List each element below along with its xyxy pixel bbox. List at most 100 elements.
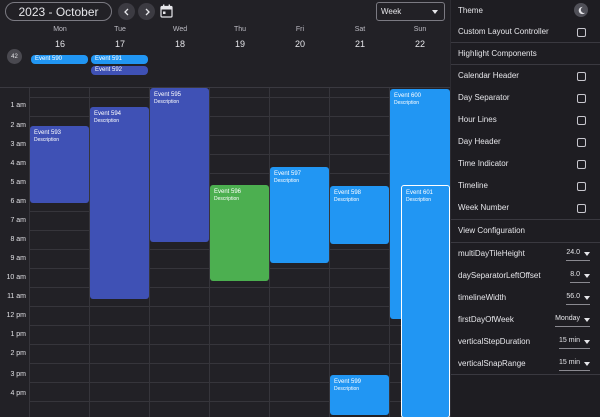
- all-day-event[interactable]: Event 591: [91, 55, 148, 64]
- section-title: Highlight Components: [458, 49, 537, 58]
- all-day-event[interactable]: Event 590: [31, 55, 88, 64]
- month-selector-button[interactable]: 2023 - October: [5, 2, 112, 21]
- config-dropdown[interactable]: Monday: [555, 313, 590, 327]
- config-row-timelinewidth: timelineWidth 56.0: [451, 287, 600, 309]
- dark-mode-icon[interactable]: [574, 3, 588, 17]
- hour-line: [29, 363, 450, 364]
- day-name: Wed: [172, 26, 188, 33]
- event-title: Event 599: [334, 379, 362, 385]
- config-label: multiDayTileHeight: [458, 249, 525, 258]
- highlight-label: Hour Lines: [458, 115, 497, 124]
- day-name: Sun: [413, 26, 427, 33]
- calendar-event[interactable]: Event 601 Description: [401, 185, 450, 417]
- highlight-checkbox[interactable]: [577, 160, 586, 169]
- hour-label: 8 am: [10, 236, 26, 243]
- highlight-item-day-separator[interactable]: Day Separator: [451, 87, 600, 109]
- config-value: 24.0: [566, 249, 580, 256]
- chevron-right-icon: [145, 8, 150, 15]
- day-number: 21: [354, 39, 365, 49]
- calendar-event[interactable]: Event 595 Description: [150, 88, 209, 242]
- config-dropdown[interactable]: 15 min: [558, 357, 590, 371]
- config-value: 8.0: [570, 271, 580, 278]
- hour-label: 10 am: [6, 274, 26, 281]
- config-value: 15 min: [558, 359, 580, 366]
- hour-label: 7 am: [10, 217, 26, 224]
- config-value: Monday: [555, 315, 580, 322]
- day-number: 18: [174, 39, 185, 49]
- hour-line: [29, 97, 450, 98]
- event-title: Event 593: [34, 130, 62, 136]
- day-header-sat[interactable]: Sat 21: [330, 25, 390, 49]
- settings-panel: Theme Custom Layout Controller Highlight…: [450, 0, 600, 417]
- event-title: Event 594: [94, 111, 122, 117]
- calendar-event[interactable]: Event 597 Description: [270, 167, 329, 263]
- highlight-checkbox[interactable]: [577, 204, 586, 213]
- event-title: Event 596: [214, 189, 242, 195]
- day-header-sun[interactable]: Sun 22: [390, 25, 450, 49]
- day-header-wed[interactable]: Wed 18: [150, 25, 210, 49]
- day-header-tue[interactable]: Tue 17: [90, 25, 150, 49]
- day-name: Thu: [233, 26, 247, 33]
- calendar-event[interactable]: Event 593 Description: [30, 126, 89, 203]
- calendar-picker-button[interactable]: [160, 4, 173, 18]
- day-number: 22: [414, 39, 425, 49]
- highlight-item-timeline[interactable]: Timeline: [451, 175, 600, 197]
- calendar-event[interactable]: Event 598 Description: [330, 186, 389, 244]
- dropdown-arrow-icon: [584, 274, 590, 278]
- highlight-item-time-indicator[interactable]: Time Indicator: [451, 153, 600, 175]
- event-description: Description: [214, 196, 240, 202]
- hour-label: 2 pm: [10, 350, 26, 357]
- view-mode-value: Week: [381, 7, 402, 16]
- event-description: Description: [34, 137, 60, 143]
- custom-layout-row[interactable]: Custom Layout Controller: [451, 21, 600, 43]
- theme-label: Theme: [458, 6, 483, 15]
- day-name: Sat: [354, 26, 366, 33]
- dropdown-arrow-icon: [584, 340, 590, 344]
- highlight-item-calendar-header[interactable]: Calendar Header: [451, 65, 600, 87]
- day-header-mon[interactable]: Mon 16: [30, 25, 90, 49]
- calendar-event[interactable]: Event 596 Description: [210, 185, 269, 281]
- event-description: Description: [334, 386, 360, 392]
- highlight-item-hour-lines[interactable]: Hour Lines: [451, 109, 600, 131]
- highlight-label: Timeline: [458, 181, 488, 190]
- hour-label: 4 am: [10, 160, 26, 167]
- highlight-checkbox[interactable]: [577, 116, 586, 125]
- divider: [451, 374, 600, 375]
- view-mode-select[interactable]: Week: [376, 2, 445, 21]
- highlight-item-week-number[interactable]: Week Number: [451, 197, 600, 219]
- event-title: Event 595: [154, 92, 182, 98]
- highlight-checkbox[interactable]: [577, 94, 586, 103]
- highlight-checkbox[interactable]: [577, 138, 586, 147]
- highlight-label: Calendar Header: [458, 71, 519, 80]
- calendar-event[interactable]: Event 599 Description: [330, 375, 389, 415]
- config-row-verticalsnaprange: verticalSnapRange 15 min: [451, 353, 600, 375]
- hour-label: 9 am: [10, 255, 26, 262]
- previous-week-button[interactable]: [118, 3, 135, 20]
- config-dropdown[interactable]: 8.0: [570, 269, 590, 283]
- day-header: 42 Mon 16 Tue 17 Wed 18 Thu 19 Fri 20 Sa…: [0, 25, 450, 87]
- highlight-checkbox[interactable]: [577, 182, 586, 191]
- highlight-item-day-header[interactable]: Day Header: [451, 131, 600, 153]
- next-week-button[interactable]: [138, 3, 155, 20]
- view-configuration-header: View Configuration: [451, 220, 600, 242]
- day-separator: [329, 88, 330, 417]
- custom-layout-checkbox[interactable]: [577, 28, 586, 37]
- hour-label: 3 pm: [10, 371, 26, 378]
- config-dropdown[interactable]: 56.0: [566, 291, 590, 305]
- theme-row: Theme: [451, 0, 600, 22]
- day-header-thu[interactable]: Thu 19: [210, 25, 270, 49]
- hour-label: 1 am: [10, 102, 26, 109]
- highlight-label: Day Separator: [458, 93, 510, 102]
- hour-label: 11 am: [7, 293, 26, 300]
- calendar-event[interactable]: Event 594 Description: [90, 107, 149, 299]
- day-header-fri[interactable]: Fri 20: [270, 25, 330, 49]
- config-dropdown[interactable]: 15 min: [558, 335, 590, 349]
- highlight-components-header: Highlight Components: [451, 43, 600, 65]
- hour-label: 12 pm: [6, 312, 26, 319]
- event-description: Description: [94, 118, 120, 124]
- time-grid[interactable]: 1 am 2 am 3 am 4 am 5 am 6 am 7 am 8 am …: [0, 87, 450, 417]
- highlight-checkbox[interactable]: [577, 72, 586, 81]
- config-dropdown[interactable]: 24.0: [566, 247, 590, 261]
- event-description: Description: [406, 197, 432, 203]
- all-day-event[interactable]: Event 592: [91, 66, 148, 75]
